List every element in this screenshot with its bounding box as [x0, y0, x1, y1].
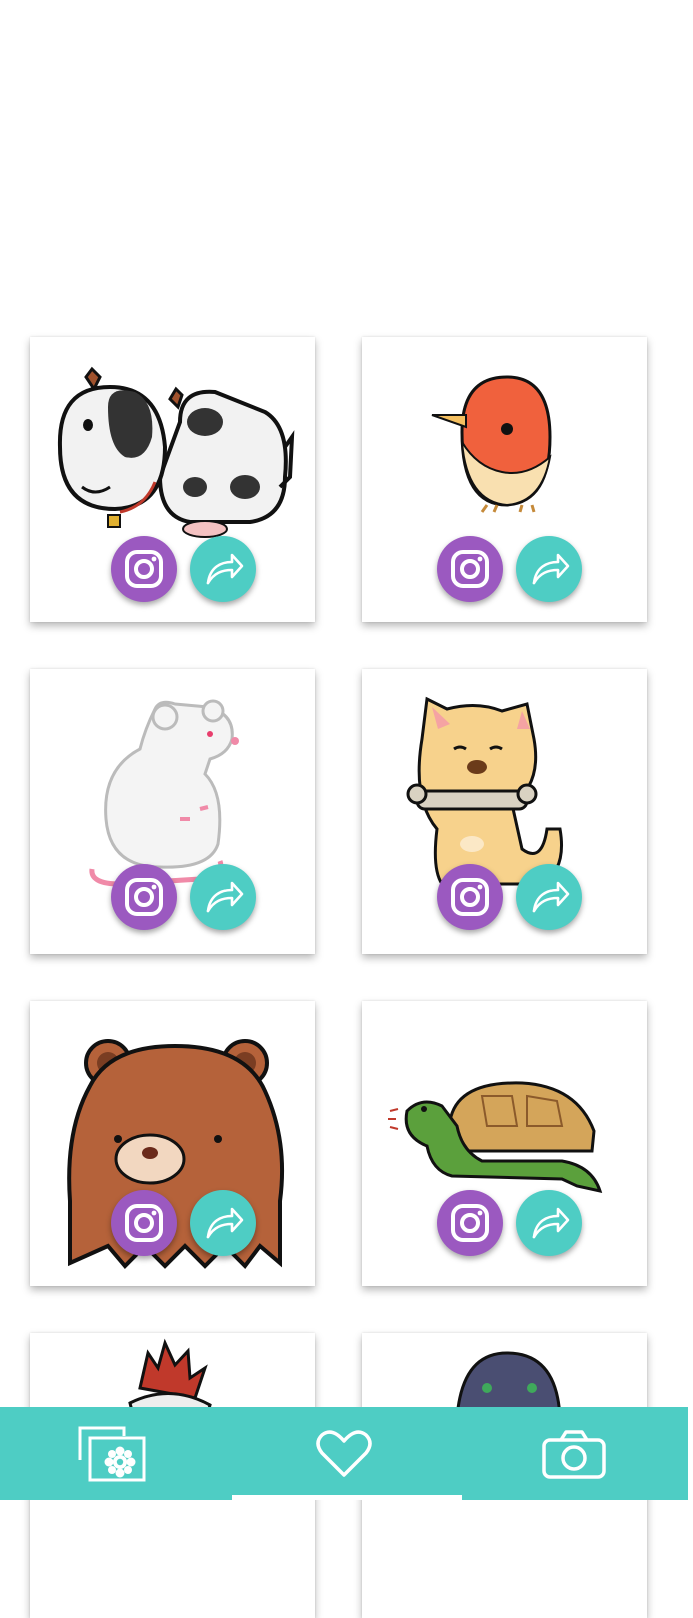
share-arrow-icon	[206, 553, 244, 585]
turtle-artwork	[388, 1081, 603, 1194]
nav-camera-button[interactable]	[524, 1421, 624, 1487]
instagram-icon	[451, 1204, 489, 1242]
instagram-button[interactable]	[437, 1190, 503, 1256]
gallery-card-rat[interactable]	[30, 669, 315, 954]
share-button[interactable]	[516, 536, 582, 602]
bottom-nav-bar	[0, 1407, 688, 1500]
bird-artwork	[431, 375, 552, 513]
camera-icon	[542, 1430, 606, 1479]
share-arrow-icon	[532, 881, 570, 913]
share-arrow-icon	[532, 1207, 570, 1239]
share-button[interactable]	[190, 864, 256, 930]
heart-icon	[316, 1430, 372, 1477]
gallery-grid	[0, 0, 693, 1618]
instagram-button[interactable]	[437, 536, 503, 602]
share-button[interactable]	[516, 1190, 582, 1256]
instagram-icon	[125, 550, 163, 588]
bear-artwork	[67, 1039, 285, 1270]
nav-favorites-button[interactable]	[294, 1421, 394, 1487]
share-button[interactable]	[190, 536, 256, 602]
instagram-icon	[451, 878, 489, 916]
share-arrow-icon	[206, 881, 244, 913]
gallery-card-turtle[interactable]	[362, 1001, 647, 1286]
active-tab-indicator	[232, 1495, 462, 1500]
gallery-card-bear[interactable]	[30, 1001, 315, 1286]
gallery-settings-icon	[78, 1426, 146, 1482]
instagram-icon	[125, 1204, 163, 1242]
instagram-icon	[125, 878, 163, 916]
share-arrow-icon	[206, 1207, 244, 1239]
gallery-card-bird[interactable]	[362, 337, 647, 622]
instagram-icon	[451, 550, 489, 588]
instagram-button[interactable]	[111, 864, 177, 930]
dog-artwork	[406, 696, 564, 886]
share-button[interactable]	[516, 864, 582, 930]
instagram-button[interactable]	[111, 536, 177, 602]
nav-gallery-settings-button[interactable]	[62, 1421, 162, 1487]
share-button[interactable]	[190, 1190, 256, 1256]
instagram-button[interactable]	[437, 864, 503, 930]
share-arrow-icon	[532, 553, 570, 585]
instagram-button[interactable]	[111, 1190, 177, 1256]
gallery-card-dog[interactable]	[362, 669, 647, 954]
gallery-card-cow[interactable]	[30, 337, 315, 622]
